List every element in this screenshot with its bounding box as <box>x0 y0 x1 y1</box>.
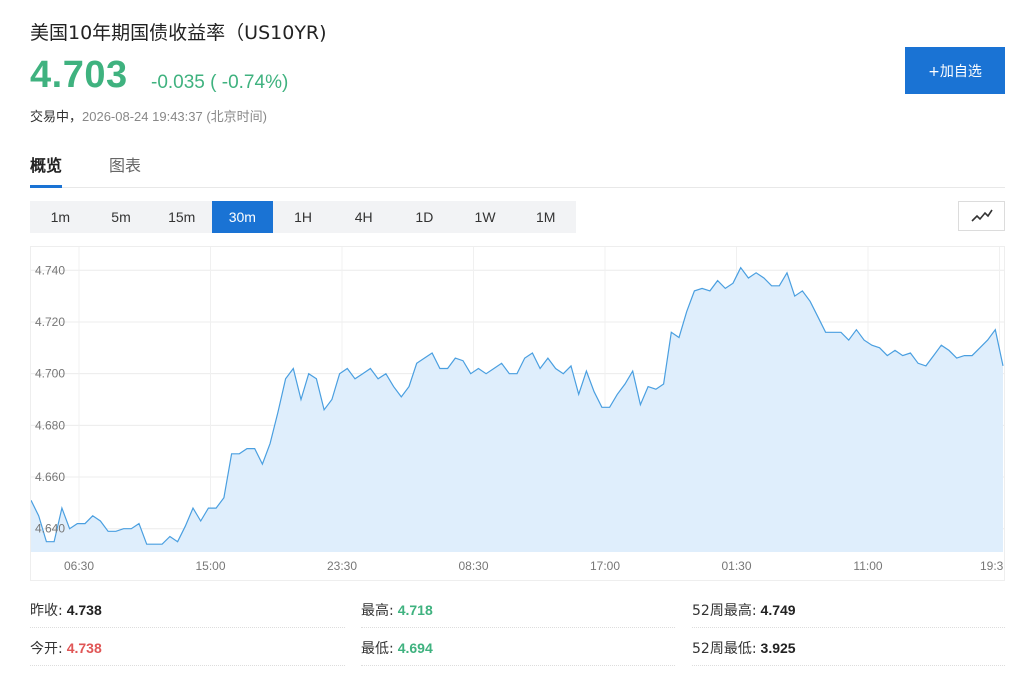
x-tick-label: 11:00 <box>853 559 882 573</box>
stat-label: 最高: <box>361 602 394 619</box>
x-tick-label: 15:00 <box>195 559 225 573</box>
y-tick-label: 4.720 <box>35 315 65 329</box>
tab-overview[interactable]: 概览 <box>30 152 63 188</box>
stat-label: 最低: <box>361 640 394 657</box>
line-chart-icon <box>970 209 993 222</box>
period-4h[interactable]: 4H <box>333 201 394 233</box>
chart-type-button[interactable] <box>958 201 1005 231</box>
stat-label: 52周最低: <box>692 640 757 657</box>
period-1h[interactable]: 1H <box>273 201 334 233</box>
status-timestamp: 2026-08-24 19:43:37 (北京时间) <box>82 109 267 124</box>
page-title: 美国10年期国债收益率（US10YR) <box>30 22 327 44</box>
stat-label: 昨收: <box>30 602 63 619</box>
trading-status: 交易中，2026-08-24 19:43:37 (北京时间) <box>30 106 267 125</box>
stat-52w-high: 52周最高: 4.749 <box>692 592 1005 628</box>
x-tick-label: 23:30 <box>327 559 357 573</box>
period-15m[interactable]: 15m <box>151 201 212 233</box>
current-price: 4.703 <box>30 54 128 96</box>
stat-low: 最低: 4.694 <box>361 630 675 666</box>
stat-52w-low: 52周最低: 3.925 <box>692 630 1005 666</box>
stat-label: 52周最高: <box>692 602 757 619</box>
period-selector: 1m 5m 15m 30m 1H 4H 1D 1W 1M <box>30 201 576 233</box>
price-chart[interactable]: 4.740 4.720 4.700 4.680 4.660 4.640 06:30 15:00… <box>30 246 1005 581</box>
y-tick-label: 4.660 <box>35 470 65 484</box>
x-tick-label: 19:3 <box>980 559 1004 573</box>
stats-row: 今开: 4.738 最低: 4.694 52周最低: 3.925 <box>30 630 1005 666</box>
x-tick-label: 17:00 <box>590 559 620 573</box>
chart-svg: 4.740 4.720 4.700 4.680 4.660 4.640 06:30 15:00… <box>31 247 1004 573</box>
x-tick-label: 08:30 <box>458 559 488 573</box>
y-tick-label: 4.640 <box>35 522 65 536</box>
stat-value: 4.738 <box>66 601 102 618</box>
stat-prev-close: 昨收: 4.738 <box>30 592 345 628</box>
stat-value: 4.749 <box>760 601 796 618</box>
period-1mo[interactable]: 1M <box>515 201 576 233</box>
tab-bar: 概览 图表 <box>30 152 1005 188</box>
stat-value: 4.694 <box>397 639 433 656</box>
tab-chart[interactable]: 图表 <box>109 152 141 186</box>
stat-value: 4.738 <box>66 639 102 656</box>
period-30m[interactable]: 30m <box>212 201 273 233</box>
stats-row: 昨收: 4.738 最高: 4.718 52周最高: 4.749 <box>30 592 1005 628</box>
stat-label: 今开: <box>30 640 63 657</box>
stat-open: 今开: 4.738 <box>30 630 345 666</box>
stat-value: 4.718 <box>397 601 433 618</box>
x-tick-label: 01:30 <box>721 559 751 573</box>
period-1d[interactable]: 1D <box>394 201 455 233</box>
status-label: 交易中， <box>30 110 83 125</box>
price-change: -0.035 ( -0.74%) <box>151 72 289 93</box>
period-1w[interactable]: 1W <box>455 201 516 233</box>
y-tick-label: 4.740 <box>35 263 65 277</box>
stat-value: 3.925 <box>760 639 796 656</box>
period-1m[interactable]: 1m <box>30 201 91 233</box>
add-watchlist-button[interactable]: +加自选 <box>905 47 1005 94</box>
stat-high: 最高: 4.718 <box>361 592 675 628</box>
y-tick-label: 4.680 <box>35 418 65 432</box>
y-tick-label: 4.700 <box>35 367 65 381</box>
period-5m[interactable]: 5m <box>91 201 152 233</box>
series-area <box>31 267 1003 552</box>
x-tick-label: 06:30 <box>64 559 94 573</box>
